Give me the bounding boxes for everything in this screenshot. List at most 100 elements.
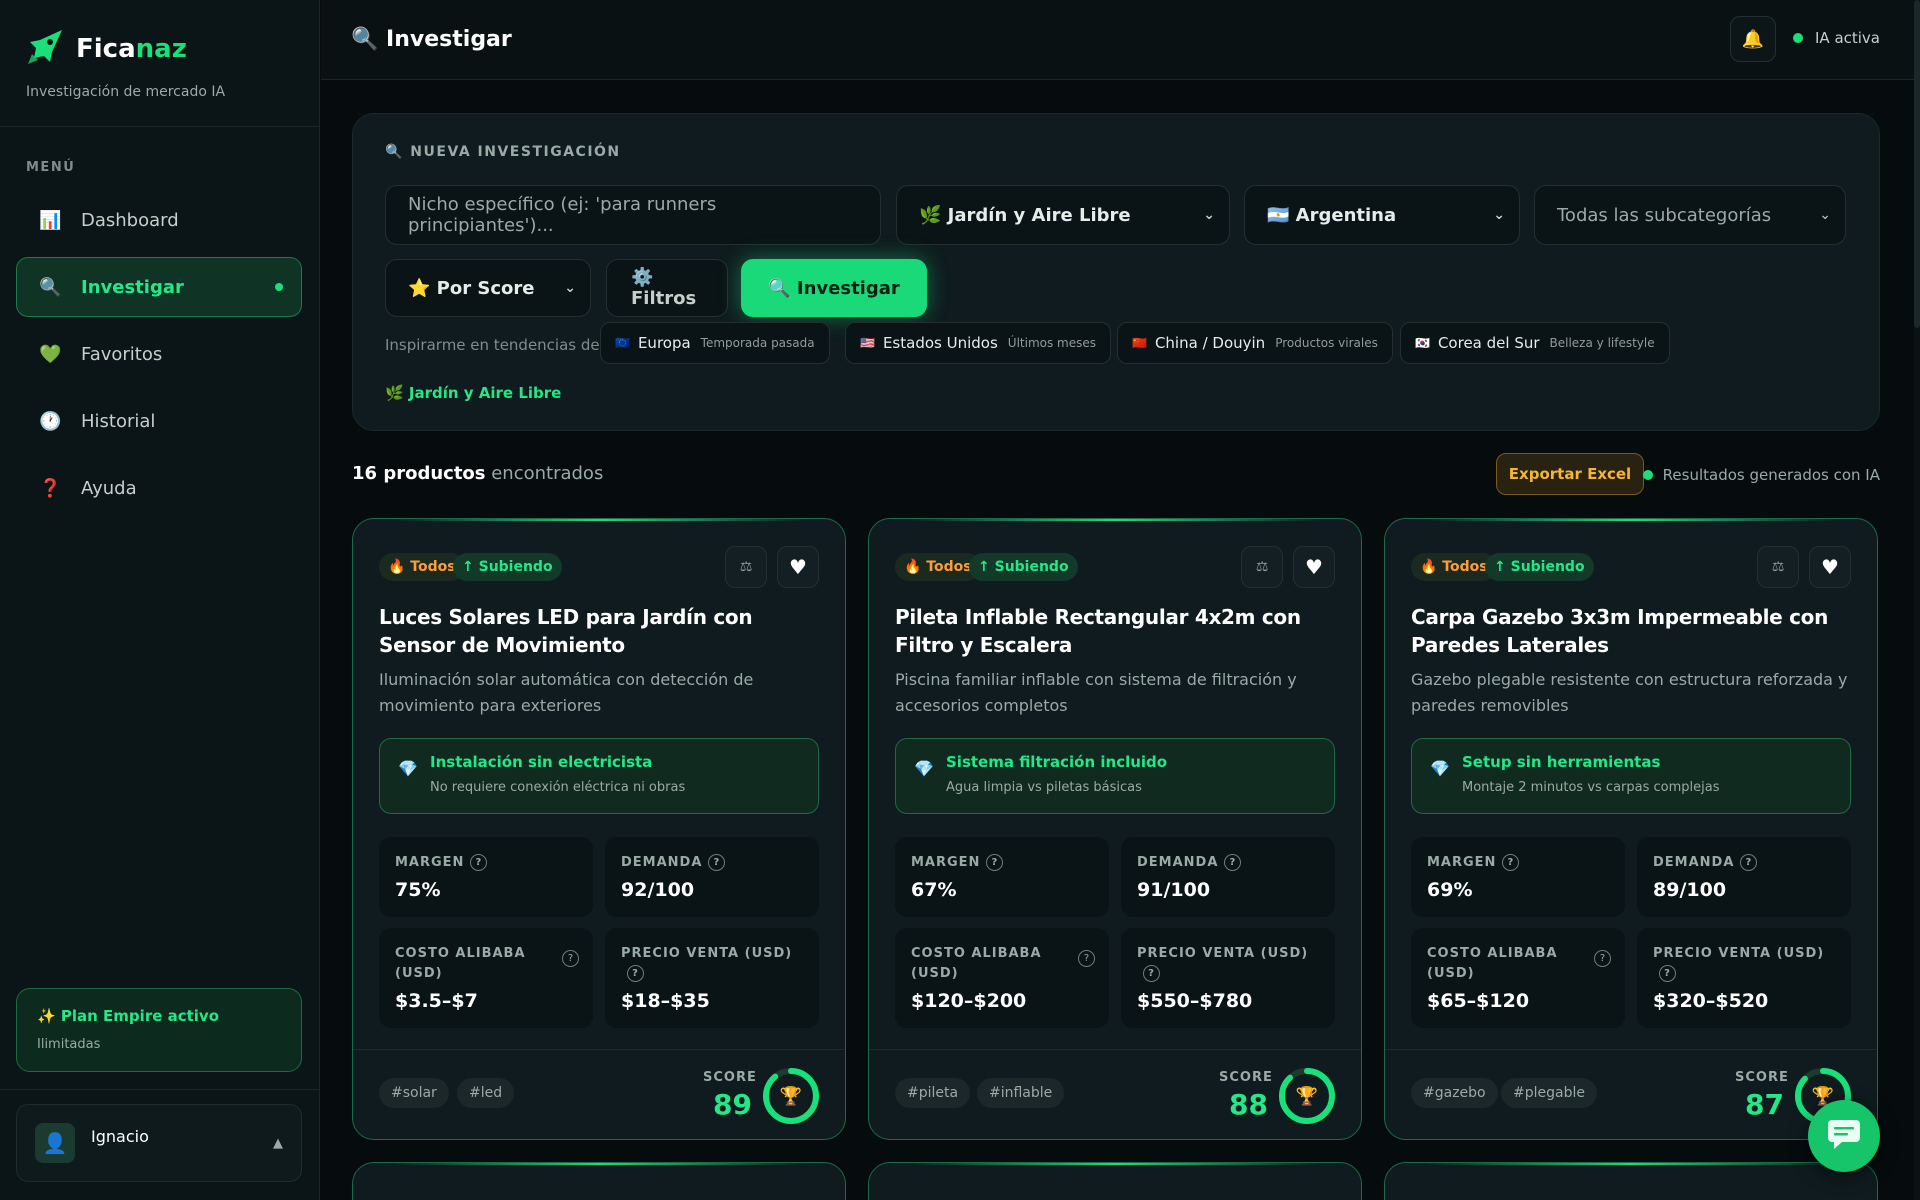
chart-icon: 📊: [39, 209, 62, 231]
clock-icon: 🕐: [39, 410, 62, 432]
help-icon[interactable]: ?: [1143, 965, 1160, 982]
help-icon[interactable]: ?: [627, 965, 644, 982]
caret-up-icon: ▲: [273, 1135, 283, 1151]
metric-price: PRECIO VENTA (USD)? $550–$780: [1121, 928, 1335, 1028]
subcategory-select[interactable]: Todas las subcategorías ⌄: [1534, 185, 1846, 245]
product-card[interactable]: 🔥 Todos ↑ Subiendo ⚖ ♥ Luces Solares LED…: [352, 518, 846, 1140]
help-icon[interactable]: ?: [1224, 854, 1242, 871]
trend-name: Europa: [637, 334, 691, 352]
notifications-button[interactable]: 🔔: [1730, 16, 1776, 62]
feature-title: Instalación sin electricista: [430, 753, 653, 771]
hashtag[interactable]: #solar: [379, 1078, 449, 1108]
metric-price: PRECIO VENTA (USD)? $320–$520: [1637, 928, 1851, 1028]
page-title: 🔍 Investigar: [351, 27, 512, 52]
category-select[interactable]: 🌿 Jardín y Aire Libre ⌄: [896, 185, 1230, 245]
feature-box: 💎 Instalación sin electricista No requie…: [379, 738, 819, 814]
metric-value: $18–$35: [621, 990, 710, 1012]
metric-value: 89/100: [1653, 879, 1727, 901]
hashtag[interactable]: #pileta: [895, 1078, 971, 1108]
scroll-thumb[interactable]: [1914, 0, 1920, 328]
compare-button[interactable]: ⚖: [1757, 546, 1799, 588]
metric-value: $320–$520: [1653, 990, 1769, 1012]
help-icon[interactable]: ?: [1078, 950, 1095, 967]
help-icon[interactable]: ?: [1740, 854, 1758, 871]
product-card[interactable]: 🔥 Todos ↑ Subiendo ⚖ ♥ Carpa Gazebo 3x3m…: [1384, 518, 1878, 1140]
hashtag[interactable]: #led: [457, 1078, 515, 1108]
help-icon[interactable]: ?: [1502, 854, 1520, 871]
trend-label: Inspirarme en tendencias de: [385, 336, 600, 354]
sidebar-item-investigar[interactable]: 🔍 Investigar: [16, 257, 302, 317]
sidebar-item-dashboard[interactable]: 📊 Dashboard: [16, 190, 302, 250]
trend-name: Estados Unidos: [882, 334, 998, 352]
export-label: Exportar Excel: [1508, 465, 1632, 483]
niche-input[interactable]: Nicho específico (ej: 'para runners prin…: [385, 185, 881, 245]
sidebar-item-historial[interactable]: 🕐 Historial: [16, 391, 302, 451]
trend-sub: Últimos meses: [1007, 336, 1096, 350]
hashtag[interactable]: #gazebo: [1411, 1078, 1498, 1108]
compare-button[interactable]: ⚖: [1241, 546, 1283, 588]
avatar: 👤: [35, 1123, 75, 1163]
tag-trend: ↑ Subiendo: [969, 553, 1078, 581]
niche-placeholder: Nicho específico (ej: 'para runners prin…: [408, 194, 717, 236]
category-value: 🌿 Jardín y Aire Libre: [919, 204, 1131, 226]
feature-subtitle: No requiere conexión eléctrica ni obras: [430, 780, 686, 795]
help-icon[interactable]: ?: [1659, 965, 1676, 982]
hashtag[interactable]: #inflable: [977, 1078, 1065, 1108]
question-icon: ❓: [39, 477, 62, 499]
trend-name: Corea del Sur: [1437, 334, 1540, 352]
card-footer: #gazebo #plegable SCORE 87 🏆: [1385, 1049, 1877, 1139]
trend-chip-estados-unidos[interactable]: 🇺🇸 Estados Unidos Últimos meses: [845, 322, 1111, 364]
heart-icon: ♥: [1305, 555, 1323, 579]
app-tagline: Investigación de mercado IA: [26, 84, 226, 100]
score-value: 88: [1229, 1088, 1268, 1121]
favorite-button[interactable]: ♥: [777, 546, 819, 588]
investigar-button[interactable]: 🔍 Investigar: [741, 259, 927, 317]
sidebar-item-favoritos[interactable]: 💚 Favoritos: [16, 324, 302, 384]
plan-card[interactable]: ✨ Plan Empire activo Ilimitadas: [16, 988, 302, 1072]
help-icon[interactable]: ?: [708, 854, 726, 871]
filters-button[interactable]: ⚙️ Filtros: [606, 259, 728, 317]
export-excel-button[interactable]: Exportar Excel: [1496, 453, 1644, 495]
trend-chip-europa[interactable]: 🇪🇺 Europa Temporada pasada: [600, 322, 830, 364]
product-card-partial[interactable]: [868, 1162, 1362, 1200]
user-menu-button[interactable]: 👤 Ignacio ▲: [16, 1104, 302, 1182]
ai-note-label: Resultados generados con IA: [1662, 466, 1880, 484]
feature-title: Setup sin herramientas: [1462, 753, 1661, 771]
score-value: 87: [1745, 1088, 1784, 1121]
help-icon[interactable]: ?: [562, 950, 579, 967]
help-icon[interactable]: ?: [470, 854, 488, 871]
metric-label: DEMANDA?: [1653, 853, 1835, 873]
product-card-partial[interactable]: [1384, 1162, 1878, 1200]
trend-sub: Belleza y lifestyle: [1549, 336, 1655, 350]
ia-status: IA activa: [1792, 29, 1880, 47]
help-icon[interactable]: ?: [986, 854, 1004, 871]
trend-chip-corea[interactable]: 🇰🇷 Corea del Sur Belleza y lifestyle: [1400, 322, 1670, 364]
product-card[interactable]: 🔥 Todos ↑ Subiendo ⚖ ♥ Pileta Inflable R…: [868, 518, 1362, 1140]
favorite-button[interactable]: ♥: [1293, 546, 1335, 588]
hashtag[interactable]: #plegable: [1501, 1078, 1597, 1108]
country-select[interactable]: 🇦🇷 Argentina ⌄: [1244, 185, 1520, 245]
scale-icon: ⚖: [739, 559, 753, 575]
help-icon[interactable]: ?: [1594, 950, 1611, 967]
sort-select[interactable]: ⭐ Por Score ⌄: [385, 259, 591, 317]
scrollbar[interactable]: [1914, 0, 1920, 1200]
product-card-partial[interactable]: [352, 1162, 846, 1200]
metric-value: 67%: [911, 879, 957, 901]
metric-label: MARGEN?: [1427, 853, 1609, 873]
logo[interactable]: Ficanaz: [26, 28, 293, 70]
trend-chip-china[interactable]: 🇨🇳 China / Douyin Productos virales: [1117, 322, 1393, 364]
us-flag-icon: 🇺🇸: [860, 336, 875, 350]
compare-button[interactable]: ⚖: [725, 546, 767, 588]
trophy-icon: 🏆: [1295, 1085, 1319, 1107]
chat-button[interactable]: [1808, 1100, 1880, 1172]
subcategory-value: Todas las subcategorías: [1557, 204, 1772, 226]
active-category-link[interactable]: 🌿 Jardín y Aire Libre: [385, 384, 561, 402]
sidebar-item-ayuda[interactable]: ❓ Ayuda: [16, 458, 302, 518]
favorite-button[interactable]: ♥: [1809, 546, 1851, 588]
score-value: 89: [713, 1088, 752, 1121]
chevron-down-icon: ⌄: [1493, 207, 1505, 223]
results-bar: 16 productos encontrados Exportar Excel …: [352, 453, 1880, 495]
heart-icon: ♥: [789, 555, 807, 579]
metric-margin: MARGEN? 69%: [1411, 837, 1625, 917]
country-value: 🇦🇷 Argentina: [1267, 204, 1397, 226]
